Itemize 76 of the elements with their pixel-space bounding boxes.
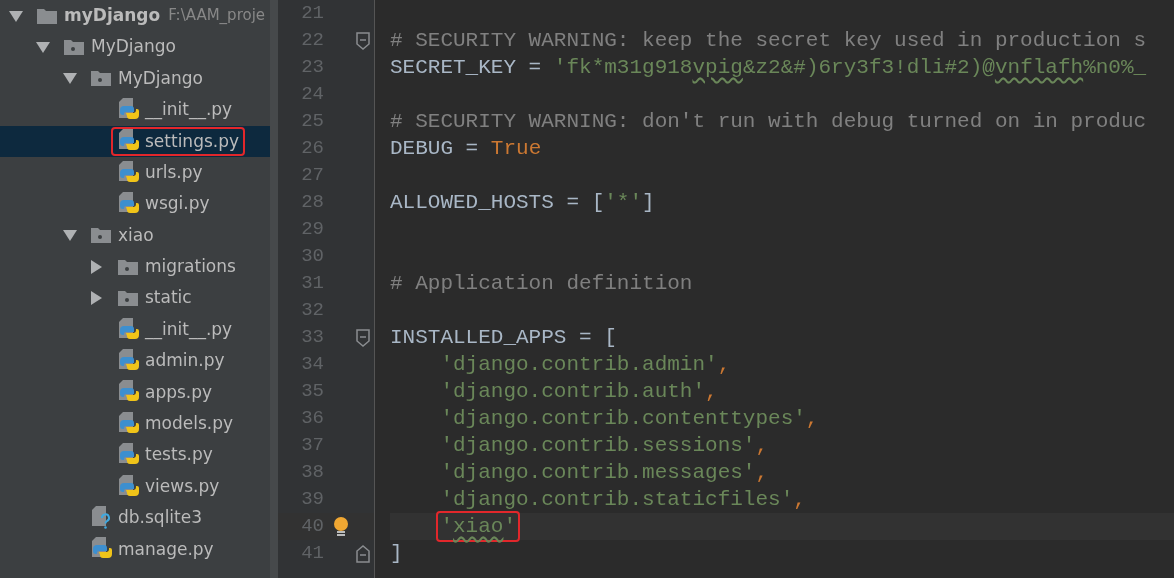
code-line: # Application definition [390,270,693,297]
python-file-icon [117,474,139,499]
tree-item-label: __init__.py [145,317,233,342]
folder-icon [90,69,112,88]
unknown-file-icon [90,505,112,530]
code-line: 'django.contrib.staticfiles', [440,486,806,513]
tree-item[interactable]: __init__.py [0,313,270,346]
tree-item-label: MyDjango [91,35,176,59]
tree-item[interactable]: models.py [0,408,270,440]
fold-icon[interactable] [356,544,370,563]
tree-item-label: migrations [145,255,236,279]
tree-item[interactable]: apps.py [0,376,270,409]
python-file-icon [117,349,139,373]
folder-icon [117,289,139,308]
code-line: ] [390,540,403,567]
tree-item-label: wsgi.py [145,192,210,216]
tree-item[interactable]: MyDjango [0,62,270,95]
code-line: INSTALLED_APPS = [ [390,324,617,351]
tree-item-label: MyDjango [118,66,203,90]
tree-item[interactable]: tests.py [0,439,270,471]
collapse-arrow-icon[interactable] [89,258,103,275]
tree-item[interactable]: db.sqlite3 [0,502,270,534]
lightbulb-icon[interactable] [332,515,350,538]
tree-item-label: myDjango [64,3,161,27]
tree-item-label: xiao [118,223,154,247]
folder-icon [90,226,112,245]
code-line: 'django.contrib.contenttypes', [440,405,819,432]
code-line: 'django.contrib.admin', [440,351,731,378]
tree-item-label: manage.py [118,537,214,561]
tree-item[interactable]: xiao [0,219,270,252]
tree-item[interactable]: __init__.py [0,94,270,126]
code-line: 'django.contrib.auth', [440,378,718,405]
folder-icon [36,6,58,25]
expand-arrow-icon[interactable] [35,40,51,55]
tree-item-label: views.py [145,474,220,498]
code-line: DEBUG = True [390,135,542,162]
python-file-icon [117,317,139,342]
tree-item-label: tests.py [145,443,213,467]
tree-item-label: static [145,286,192,310]
collapse-arrow-icon[interactable] [89,290,103,307]
code-line: ALLOWED_HOSTS = ['*'] [390,189,655,216]
tree-item[interactable]: urls.py [0,156,270,189]
tree-item[interactable]: admin.py [0,345,270,377]
tree-item[interactable]: migrations [0,251,270,283]
tree-item[interactable]: myDjango F:\AAM_proje [0,0,270,32]
tree-item[interactable]: MyDjango [0,31,270,63]
code-line: 'django.contrib.sessions', [440,432,769,459]
tree-item[interactable]: views.py [0,470,270,503]
tree-item[interactable]: static [0,282,270,314]
annotated-code: 'xiao' [436,510,521,543]
tree-item-label: models.py [145,412,234,435]
code-line: # SECURITY WARNING: don't run with debug turned on in produc [390,108,1147,135]
tree-item-label: admin.py [145,349,225,373]
tree-item[interactable]: settings.py [0,125,270,157]
scrollbar[interactable] [270,0,278,578]
python-file-icon [117,97,139,122]
fold-icon[interactable] [356,328,370,347]
code-line: 'django.contrib.messages', [440,459,769,486]
code-line: # SECURITY WARNING: keep the secret key used in production s [390,27,1147,54]
code-line: SECRET_KEY = 'fk*m31g918vpig&z2&#)6ry3f3!dli#2)@vnflafh%n0%_ [390,54,1147,81]
tree-item-label: urls.py [145,160,203,184]
expand-arrow-icon[interactable] [62,228,78,243]
tree-item-label: __init__.py [145,98,233,122]
expand-arrow-icon[interactable] [62,71,78,86]
tree-item-label: settings.py [145,129,240,153]
folder-icon [63,38,85,57]
tree-item[interactable]: wsgi.py [0,188,270,220]
python-file-icon [117,160,139,185]
tree-item[interactable]: manage.py [0,533,270,566]
python-file-icon [117,411,139,436]
folder-icon [117,257,139,276]
project-path: F:\AAM_proje [168,5,266,27]
tree-item-label: apps.py [145,380,213,404]
fold-icon[interactable] [356,31,370,50]
tree-item-label: db.sqlite3 [118,506,203,530]
expand-arrow-icon[interactable] [8,8,24,23]
